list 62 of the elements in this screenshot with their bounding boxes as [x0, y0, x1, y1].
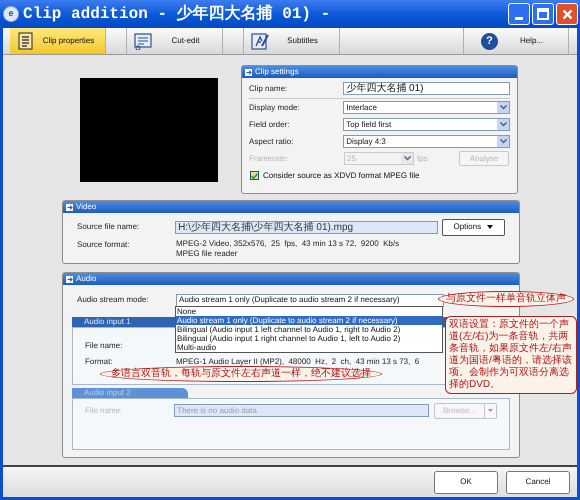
annotation-callout: 双语设置：原文件的一个声道(左/右)为一条音轨，共两条音轨，如果原文件左/右声道为国语/粤语的，请选择该项。会制作为可双语分离选择的DVD。: [445, 316, 577, 394]
dropdown[interactable]: Top field first: [343, 118, 510, 131]
minimize-icon: [515, 17, 523, 20]
dropdown-option[interactable]: Multi-audio: [176, 343, 442, 352]
text-field[interactable]: H:\少年四大名捕\少年四大名捕 01).mpg: [175, 220, 438, 234]
format-text: MPEG file reader: [176, 249, 238, 259]
chevron-icon: [500, 105, 506, 110]
arrow-icon: [66, 276, 73, 282]
window-title: Clip addition - 少年四大名捕 01) -: [23, 3, 330, 25]
maximize-icon: [537, 8, 549, 20]
dropdown[interactable]: Display 4:3: [343, 135, 510, 148]
pencil-icon: [251, 32, 269, 50]
arrow-icon: [245, 68, 252, 76]
dropdown-option[interactable]: Bilingual (Audio input 1 left channel to Audio 1, right to Audio 2): [176, 325, 442, 334]
toolbar-separator: [105, 28, 127, 54]
close-button[interactable]: [556, 3, 578, 25]
dropdown-option[interactable]: Audio stream 1 only (Duplicate to audio stream 2 if necessary): [176, 316, 442, 325]
field-label: Framerate:: [249, 152, 290, 164]
options-button[interactable]: Options: [442, 218, 505, 236]
field-label: Source file name:: [77, 221, 140, 233]
panel-title: Clip settings: [255, 68, 299, 76]
format-text: MPEG-2 Video, 352x576, 25 fps, 43 min 13 s 72, 9200 Kb/s: [176, 239, 400, 249]
minimize-button[interactable]: [508, 3, 530, 25]
help-button[interactable]: ? Help...: [474, 28, 569, 54]
chevron-icon: [500, 139, 506, 144]
dropdown-option[interactable]: Bilingual (Audio input 1 right channel to Audio 1, left to Audio 2): [176, 334, 442, 343]
arrow-icon: [66, 204, 73, 210]
toolbar-tab[interactable]: Cut-edit: [127, 28, 222, 54]
field-label: Field order:: [249, 118, 290, 130]
toolbar-tab[interactable]: Clip properties: [10, 28, 105, 54]
dropdown[interactable]: Interlace: [343, 101, 510, 114]
help-icon: ?: [481, 32, 498, 50]
document-icon: [17, 32, 35, 50]
chevron-icon: [500, 122, 506, 127]
format-text: MPEG-1 Audio Layer II (MP2), 48000 Hz, 2 ch, 43 min 13 s 73, 6: [176, 356, 420, 368]
panel-title: Audio: [76, 275, 96, 283]
field-label: Aspect ratio:: [249, 136, 294, 148]
check-icon: [251, 172, 258, 178]
caret-icon: [487, 225, 494, 229]
field-label: Clip name:: [249, 82, 288, 94]
field-label: Display mode:: [249, 102, 301, 114]
close-icon: [562, 8, 572, 20]
dialog-button[interactable]: Cancel: [506, 470, 570, 494]
field-label: File name:: [85, 340, 124, 352]
field-label: Source format:: [77, 239, 130, 251]
chevron-icon: [404, 156, 410, 161]
text-field[interactable]: 少年四大名捕 01): [343, 82, 510, 95]
toolbar-separator: [222, 28, 244, 54]
dropdown-option[interactable]: None: [176, 307, 442, 316]
caret-icon: [488, 409, 493, 412]
maximize-button[interactable]: [532, 3, 554, 25]
dialog-button[interactable]: OK: [434, 470, 498, 494]
checkbox[interactable]: [250, 171, 259, 180]
field-label: File name:: [85, 404, 124, 416]
toolbar-tab[interactable]: Subtitles: [244, 28, 339, 54]
field-label: Audio stream mode:: [77, 294, 150, 306]
field-label: Format:: [85, 356, 114, 368]
checkbox-label: Consider source as XDVD format MPEG file: [263, 170, 420, 182]
app-icon: e: [3, 6, 19, 22]
unit-label: fps: [417, 152, 428, 164]
dropdown[interactable]: Audio stream 1 only (Duplicate to audio stream 2 if necessary): [176, 294, 444, 306]
panel-title: Video: [76, 203, 96, 211]
